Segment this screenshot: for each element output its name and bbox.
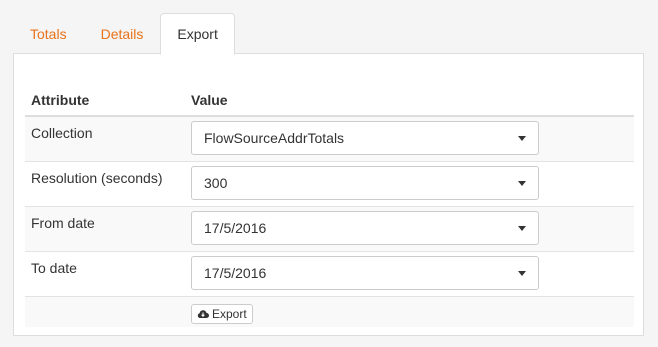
table-row-collection: Collection FlowSourceAddrTotals (25, 115, 634, 161)
selected-value: 17/5/2016 (204, 219, 267, 236)
tab-bar: Totals Details Export (13, 12, 235, 55)
export-button[interactable]: Export (191, 303, 253, 324)
row-label: Collection (25, 115, 185, 161)
row-label: To date (25, 250, 185, 296)
resolution-select[interactable]: 300 (191, 165, 539, 200)
row-label: Resolution (seconds) (25, 160, 185, 206)
export-button-label: Export (212, 306, 247, 321)
tab-details[interactable]: Details (84, 13, 161, 54)
caret-down-icon (518, 225, 526, 231)
table-row-resolution: Resolution (seconds) 300 (25, 160, 634, 206)
selected-value: 300 (204, 174, 228, 191)
caret-down-icon (518, 136, 526, 141)
caret-down-icon (518, 270, 526, 276)
table-row-actions: Export (25, 295, 634, 327)
export-attributes-table: Attribute Value Collection FlowSourceAdd… (25, 84, 634, 327)
collection-select[interactable]: FlowSourceAddrTotals (191, 121, 539, 155)
tab-export[interactable]: Export (160, 13, 235, 55)
from-date-select[interactable]: 17/5/2016 (191, 210, 539, 245)
selected-value: FlowSourceAddrTotals (204, 130, 345, 146)
export-panel: Attribute Value Collection FlowSourceAdd… (13, 53, 644, 336)
to-date-select[interactable]: 17/5/2016 (191, 255, 539, 290)
table-row-to-date: To date 17/5/2016 (25, 250, 634, 296)
selected-value: 17/5/2016 (204, 264, 267, 281)
tab-totals[interactable]: Totals (13, 13, 84, 54)
cloud-download-icon (197, 309, 209, 318)
value-column-header: Value (185, 84, 634, 117)
table-row-from-date: From date 17/5/2016 (25, 205, 634, 251)
table-header-row: Attribute Value (25, 84, 634, 117)
attribute-column-header: Attribute (25, 84, 185, 117)
row-label: From date (25, 205, 185, 251)
caret-down-icon (518, 180, 526, 186)
